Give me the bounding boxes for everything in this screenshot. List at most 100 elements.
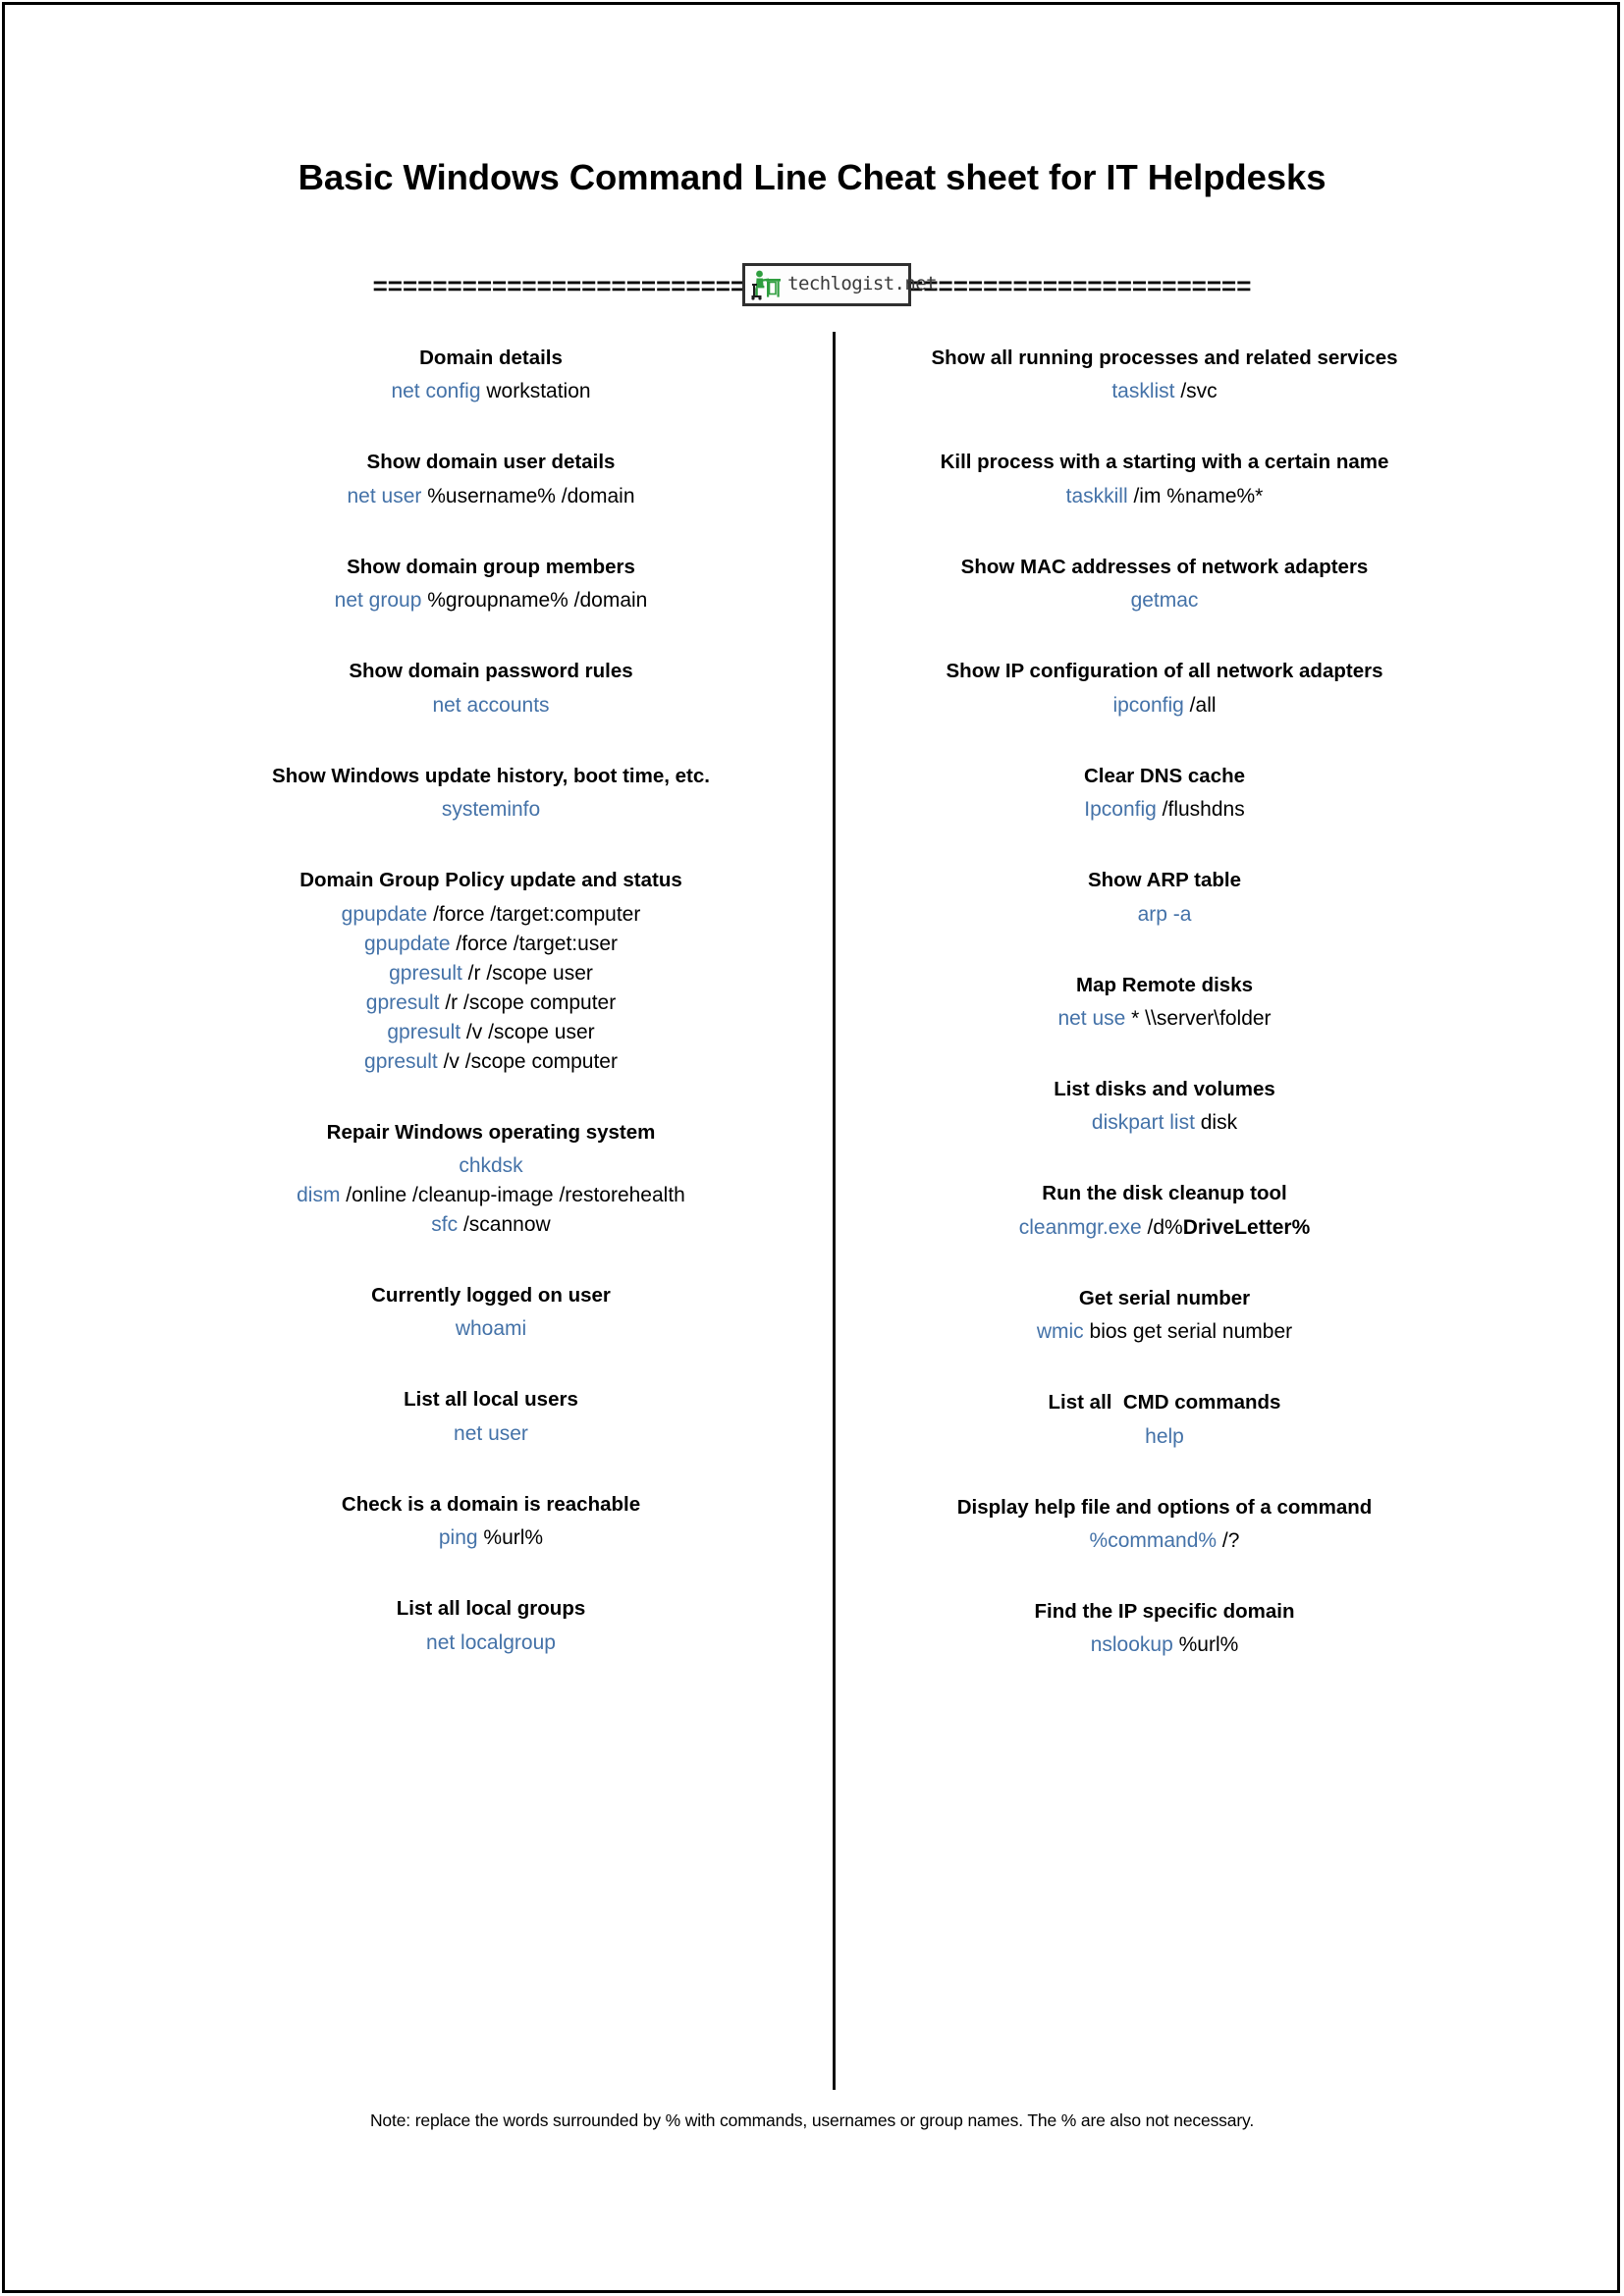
entry-title: Show IP configuration of all network ada… xyxy=(946,660,1383,683)
cheat-sheet-page: Basic Windows Command Line Cheat sheet f… xyxy=(0,0,1624,2296)
command-arguments: /d% xyxy=(1141,1215,1183,1239)
command-line[interactable]: net use * \\server\folder xyxy=(850,1004,1479,1034)
command-arguments: %groupname% /domain xyxy=(421,589,648,613)
command-arguments: /v /scope user xyxy=(460,1020,595,1043)
command-entry: Currently logged on user whoami xyxy=(177,1283,805,1344)
command-line[interactable]: net localgroup xyxy=(177,1629,805,1658)
command-list: ipconfig /all xyxy=(850,691,1479,721)
command-list: Ipconfig /flushdns xyxy=(850,795,1479,825)
command-line[interactable]: sfc /scannow xyxy=(177,1210,805,1240)
command-keyword: ipconfig xyxy=(1112,693,1184,717)
command-entry: Show IP configuration of all network ada… xyxy=(850,659,1479,720)
command-list: net accounts xyxy=(177,691,805,721)
command-arguments: /online /cleanup-image /restorehealth xyxy=(340,1184,685,1207)
command-arguments: bios get serial number xyxy=(1083,1320,1293,1344)
command-line[interactable]: tasklist /svc xyxy=(850,377,1479,406)
command-line[interactable]: gpupdate /force /target:computer xyxy=(177,900,805,930)
command-line[interactable]: taskkill /im %name%* xyxy=(850,482,1479,511)
command-line[interactable]: net group %groupname% /domain xyxy=(177,586,805,615)
command-line[interactable]: ipconfig /all xyxy=(850,691,1479,721)
command-line[interactable]: whoami xyxy=(177,1314,805,1344)
entry-title: Show ARP table xyxy=(1087,869,1242,892)
command-keyword: net accounts xyxy=(432,693,550,717)
command-arguments: /flushdns xyxy=(1156,798,1245,822)
command-line[interactable]: gpupdate /force /target:user xyxy=(177,930,805,959)
command-list: net localgroup xyxy=(177,1629,805,1658)
command-arguments: /r /scope user xyxy=(461,961,593,985)
entry-title: Display help file and options of a comma… xyxy=(956,1495,1373,1519)
command-entry: Show domain group members net group %grou… xyxy=(177,555,805,615)
entry-title: Map Remote disks xyxy=(1076,973,1253,996)
separator-right: ======================= xyxy=(908,271,1252,300)
command-keyword: net localgroup xyxy=(426,1630,556,1654)
entry-title: Show domain user details xyxy=(366,451,616,474)
command-line[interactable]: gpresult /r /scope user xyxy=(177,959,805,988)
command-arguments: /r /scope computer xyxy=(439,990,617,1014)
command-keyword: systeminfo xyxy=(441,798,541,822)
command-line[interactable]: gpresult /v /scope computer xyxy=(177,1047,805,1077)
page-title: Basic Windows Command Line Cheat sheet f… xyxy=(298,157,1326,197)
command-list: chkdsk dism /online /cleanup-image /resto… xyxy=(177,1151,805,1240)
command-list: cleanmgr.exe /d%DriveLetter% xyxy=(850,1213,1479,1243)
command-line[interactable]: getmac xyxy=(850,586,1479,615)
command-arguments: /force /target:computer xyxy=(427,902,641,926)
command-line[interactable]: ping %url% xyxy=(177,1523,805,1553)
command-entry: Map Remote disks net use * \\server\folde… xyxy=(850,973,1479,1034)
command-arguments: /all xyxy=(1183,693,1217,717)
command-line[interactable]: wmic bios get serial number xyxy=(850,1317,1479,1347)
command-line[interactable]: nslookup %url% xyxy=(850,1630,1479,1660)
command-list: tasklist /svc xyxy=(850,377,1479,406)
command-entry: Domain details net config workstation xyxy=(177,346,805,406)
entry-title: Show Windows update history, boot time, … xyxy=(272,764,710,787)
command-entry: Clear DNS cache Ipconfig /flushdns xyxy=(850,764,1479,825)
command-line[interactable]: net config workstation xyxy=(177,377,805,406)
entry-title: Show domain password rules xyxy=(349,660,633,683)
command-line[interactable]: gpresult /v /scope user xyxy=(177,1018,805,1047)
command-entry: Check is a domain is reachable ping %url% xyxy=(177,1492,805,1553)
entry-title: Clear DNS cache xyxy=(1083,764,1246,787)
command-line[interactable]: gpresult /r /scope computer xyxy=(177,988,805,1018)
command-list: net config workstation xyxy=(177,377,805,406)
command-line[interactable]: cleanmgr.exe /d%DriveLetter% xyxy=(850,1213,1479,1243)
entry-title: Repair Windows operating system xyxy=(326,1120,656,1144)
command-entry: Kill process with a starting with a cert… xyxy=(850,450,1479,510)
command-line[interactable]: net user xyxy=(177,1419,805,1449)
command-line[interactable]: %command% /? xyxy=(850,1526,1479,1556)
command-keyword: wmic xyxy=(1036,1320,1084,1344)
person-at-desk-icon xyxy=(751,270,782,300)
command-line[interactable]: diskpart list disk xyxy=(850,1108,1479,1138)
footer-note: Note: replace the words surrounded by % … xyxy=(369,2110,1255,2130)
command-line[interactable]: arp -a xyxy=(850,900,1479,930)
command-list: systeminfo xyxy=(177,795,805,825)
command-arguments: /scannow xyxy=(458,1213,551,1237)
command-line[interactable]: help xyxy=(850,1422,1479,1452)
command-entry: Show Windows update history, boot time, … xyxy=(177,764,805,825)
command-keyword: getmac xyxy=(1130,589,1199,613)
command-keyword: net user xyxy=(454,1421,528,1445)
command-line[interactable]: Ipconfig /flushdns xyxy=(850,795,1479,825)
entry-title: List disks and volumes xyxy=(1054,1077,1275,1100)
techlogist-logo: techlogist.net xyxy=(742,263,938,306)
command-line[interactable]: net accounts xyxy=(177,691,805,721)
command-keyword: nslookup xyxy=(1090,1633,1173,1657)
command-line[interactable]: chkdsk xyxy=(177,1151,805,1181)
command-entry: Repair Windows operating system chkdsk dis… xyxy=(177,1120,805,1240)
command-entry: Show ARP table arp -a xyxy=(850,868,1479,929)
command-list: ping %url% xyxy=(177,1523,805,1553)
command-line[interactable]: systeminfo xyxy=(177,795,805,825)
command-line[interactable]: dism /online /cleanup-image /restoreheal… xyxy=(177,1181,805,1210)
command-keyword: gpresult xyxy=(365,990,440,1014)
logo-text: techlogist.net xyxy=(787,273,937,294)
command-keyword: gpresult xyxy=(389,961,462,985)
command-entry: List all CMD commands help xyxy=(850,1390,1479,1451)
command-arguments: /v /scope computer xyxy=(437,1049,618,1073)
entry-title: Show MAC addresses of network adapters xyxy=(960,555,1369,578)
command-entry: Show MAC addresses of network adapters ge… xyxy=(850,555,1479,615)
command-list: %command% /? xyxy=(850,1526,1479,1556)
command-entry: List disks and volumes diskpart list disk xyxy=(850,1077,1479,1138)
command-keyword: net user xyxy=(347,484,422,507)
command-list: whoami xyxy=(177,1314,805,1344)
command-keyword: gpupdate xyxy=(363,932,451,955)
command-line[interactable]: net user %username% /domain xyxy=(177,482,805,511)
entry-title: Show all running processes and related s… xyxy=(931,347,1398,369)
